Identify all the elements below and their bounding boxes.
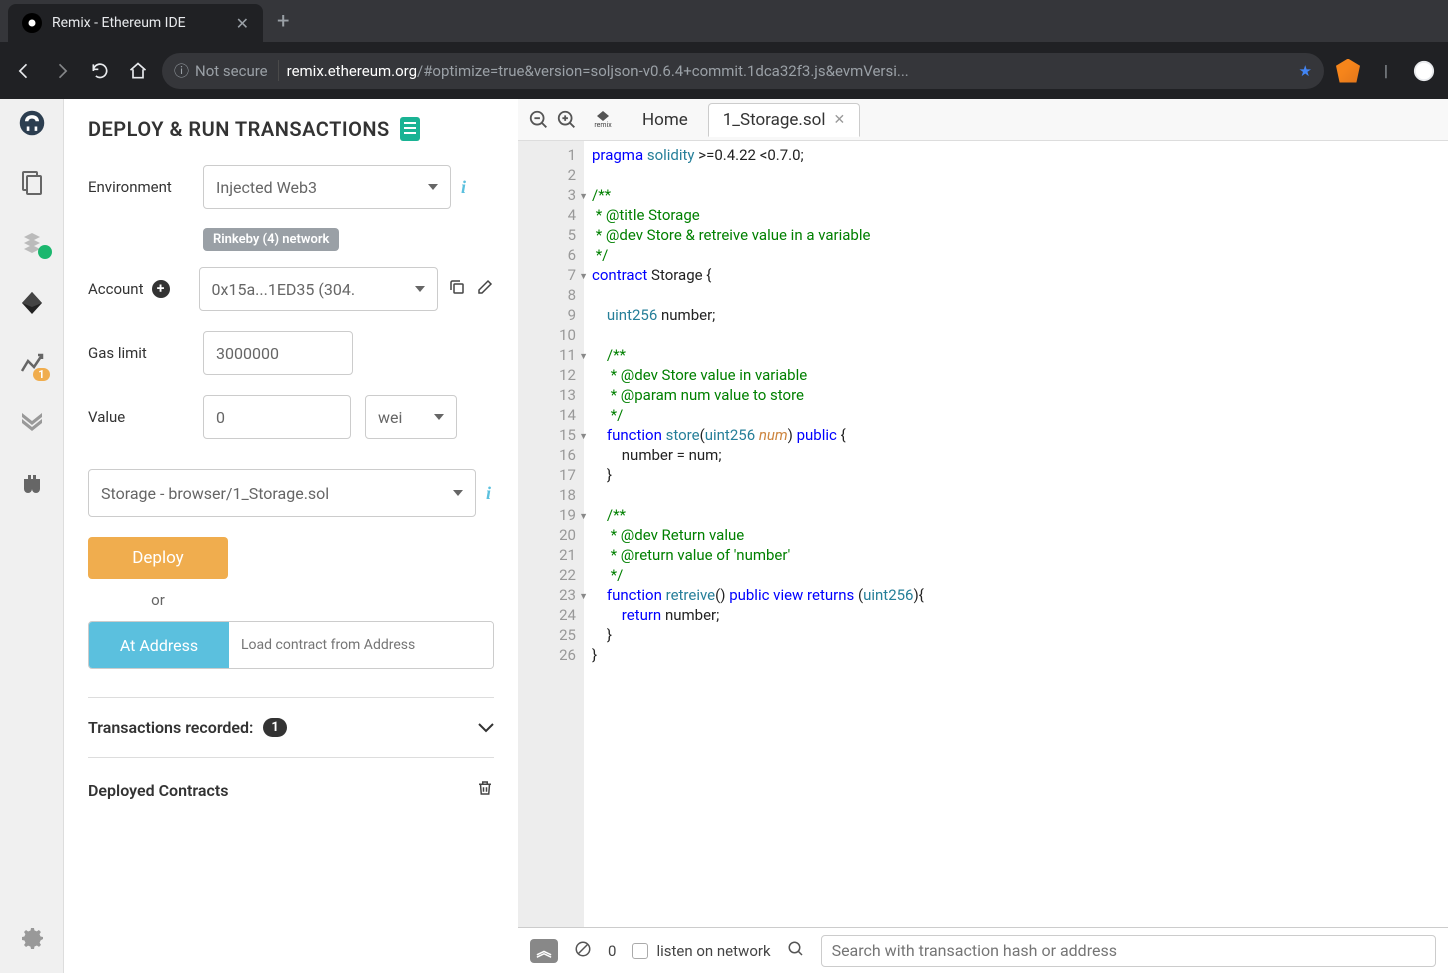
forward-button[interactable] <box>48 57 76 85</box>
account-select[interactable]: 0x15a...1ED35 (304. <box>199 267 438 311</box>
value-unit-select[interactable]: wei <box>365 395 457 439</box>
pending-tx-count: 0 <box>608 942 616 960</box>
home-button[interactable] <box>124 57 152 85</box>
contract-select[interactable]: Storage - browser/1_Storage.sol <box>88 469 476 517</box>
editor-area: remix Home 1_Storage.sol ✕ 123▼4567▼8910… <box>518 99 1448 973</box>
bookmark-star-icon[interactable]: ★ <box>1299 62 1312 80</box>
add-account-icon[interactable]: + <box>152 280 170 298</box>
terminal-bar: ︽ 0 listen on network <box>518 927 1448 973</box>
compile-success-badge <box>38 245 52 259</box>
deploy-run-icon[interactable] <box>16 287 48 319</box>
account-label: Account+ <box>88 280 189 298</box>
gas-limit-label: Gas limit <box>88 344 193 362</box>
edit-account-icon[interactable] <box>476 278 494 300</box>
network-badge: Rinkeby (4) network <box>203 228 339 251</box>
back-button[interactable] <box>10 57 38 85</box>
listen-label: listen on network <box>656 942 770 960</box>
load-address-input[interactable] <box>229 622 493 668</box>
reload-button[interactable] <box>86 57 114 85</box>
code-editor[interactable]: 123▼4567▼891011▼12131415▼16171819▼202122… <box>518 141 1448 927</box>
favicon <box>22 13 42 33</box>
debugger-icon[interactable] <box>16 407 48 439</box>
profile-icon[interactable] <box>1410 57 1438 85</box>
tx-count-badge: 1 <box>263 718 286 737</box>
chevron-down-icon[interactable] <box>478 718 494 737</box>
environment-label: Environment <box>88 178 193 196</box>
contract-info-icon[interactable]: i <box>486 483 491 504</box>
search-icon[interactable] <box>787 940 805 962</box>
panel-title: DEPLOY & RUN TRANSACTIONS <box>88 117 494 141</box>
metamask-extension-icon[interactable] <box>1334 57 1362 85</box>
deploy-panel: DEPLOY & RUN TRANSACTIONS Environment In… <box>64 99 518 973</box>
deploy-button[interactable]: Deploy <box>88 537 228 579</box>
security-indicator: ⓘ Not secure <box>174 60 279 81</box>
deployed-contracts-title: Deployed Contracts <box>88 781 228 800</box>
remix-small-icon: remix <box>592 109 614 131</box>
settings-icon[interactable] <box>16 921 48 953</box>
transactions-recorded-title: Transactions recorded: 1 <box>88 718 287 737</box>
listen-network-toggle[interactable]: listen on network <box>632 942 770 960</box>
trash-icon[interactable] <box>476 778 494 802</box>
file-tab-label: 1_Storage.sol <box>723 110 826 130</box>
zoom-out-icon[interactable] <box>528 109 550 131</box>
compiler-icon[interactable] <box>16 227 48 259</box>
file-tab[interactable]: 1_Storage.sol ✕ <box>708 103 860 137</box>
browser-menu-separator: | <box>1372 57 1400 85</box>
panel-badge-icon <box>400 117 420 141</box>
home-tab[interactable]: Home <box>628 104 702 136</box>
close-tab-icon[interactable]: ✕ <box>236 14 249 33</box>
analysis-count-badge: 1 <box>33 368 49 381</box>
editor-tabs: remix Home 1_Storage.sol ✕ <box>518 99 1448 141</box>
new-tab-button[interactable]: + <box>277 9 289 34</box>
value-label: Value <box>88 408 193 426</box>
terminal-search-input[interactable] <box>821 935 1436 967</box>
or-label: or <box>88 591 228 609</box>
browser-chrome: Remix - Ethereum IDE ✕ + ⓘ Not secure re… <box>0 0 1448 99</box>
url-text: remix.ethereum.org/#optimize=true&versio… <box>287 62 1291 80</box>
icon-sidebar: 1 <box>0 99 64 973</box>
ban-icon[interactable] <box>574 940 592 962</box>
line-gutter: 123▼4567▼891011▼12131415▼16171819▼202122… <box>518 141 584 927</box>
at-address-button[interactable]: At Address <box>89 622 229 668</box>
file-explorer-icon[interactable] <box>16 167 48 199</box>
browser-tab[interactable]: Remix - Ethereum IDE ✕ <box>8 4 263 42</box>
zoom-in-icon[interactable] <box>556 109 578 131</box>
remix-logo-icon[interactable] <box>16 107 48 139</box>
plugin-manager-icon[interactable] <box>16 467 48 499</box>
value-amount-input[interactable] <box>203 395 351 439</box>
copy-account-icon[interactable] <box>448 278 466 300</box>
browser-tab-bar: Remix - Ethereum IDE ✕ + <box>0 0 1448 42</box>
listen-checkbox[interactable] <box>632 943 648 959</box>
code-content[interactable]: pragma solidity >=0.4.22 <0.7.0; /** * @… <box>584 141 1448 927</box>
nav-bar: ⓘ Not secure remix.ethereum.org/#optimiz… <box>0 42 1448 99</box>
tab-title: Remix - Ethereum IDE <box>52 15 186 31</box>
close-file-tab-icon[interactable]: ✕ <box>833 112 845 128</box>
analysis-icon[interactable]: 1 <box>16 347 48 379</box>
at-address-row: At Address <box>88 621 494 669</box>
env-info-icon[interactable]: i <box>461 177 466 198</box>
environment-select[interactable]: Injected Web3 <box>203 165 451 209</box>
remix-app: 1 DEPLOY & RUN TRANSACTIONS Environment … <box>0 99 1448 973</box>
gas-limit-input[interactable] <box>203 331 353 375</box>
address-bar[interactable]: ⓘ Not secure remix.ethereum.org/#optimiz… <box>162 53 1324 89</box>
terminal-toggle-icon[interactable]: ︽ <box>530 939 558 963</box>
